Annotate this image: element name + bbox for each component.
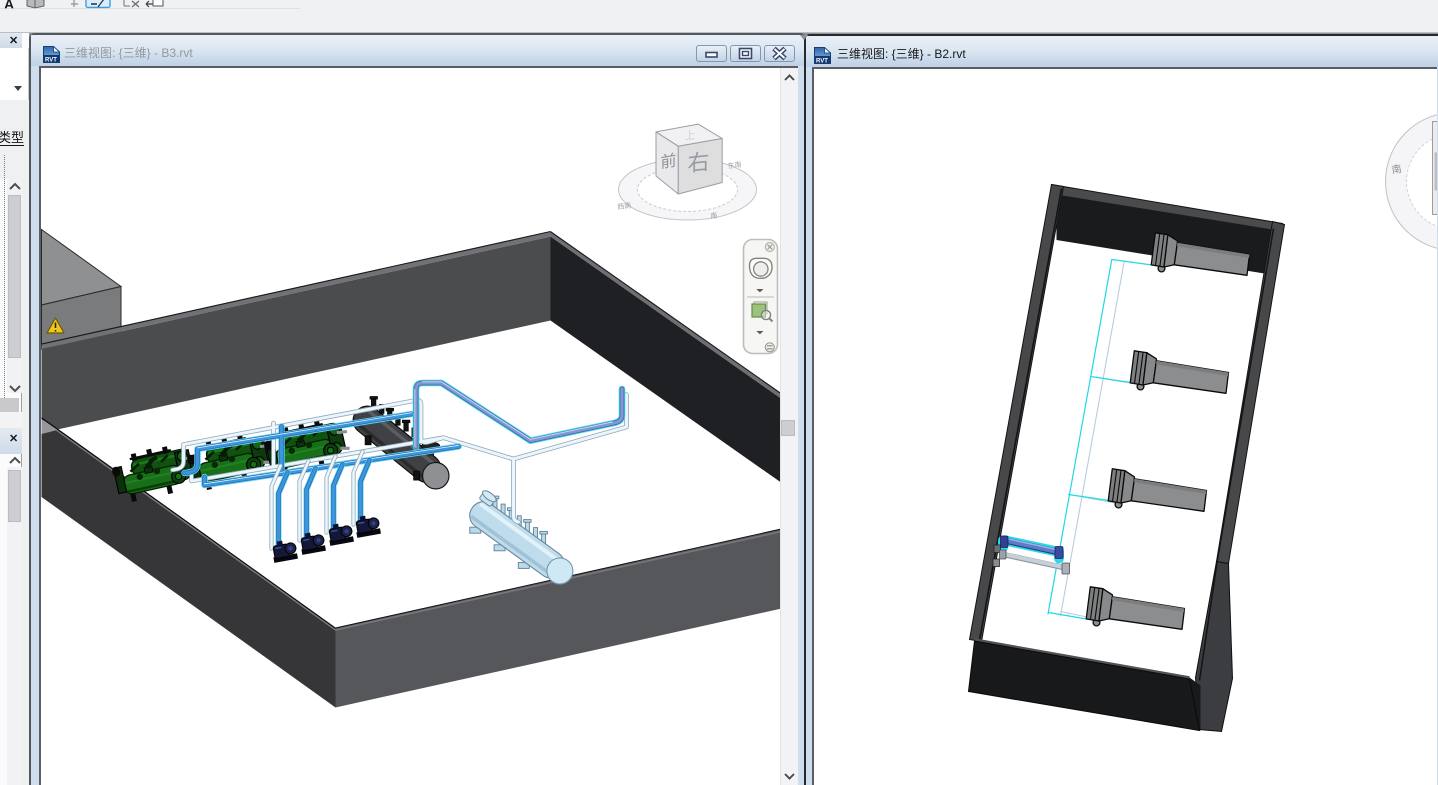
svg-text:右: 右 — [687, 149, 709, 176]
svg-text:RVT: RVT — [45, 58, 57, 63]
svg-text:前: 前 — [661, 152, 677, 172]
svg-text:RVT: RVT — [816, 59, 828, 64]
svg-text:上: 上 — [684, 129, 695, 143]
svg-text:东南: 东南 — [727, 160, 742, 171]
svg-text:A: A — [4, 0, 14, 9]
